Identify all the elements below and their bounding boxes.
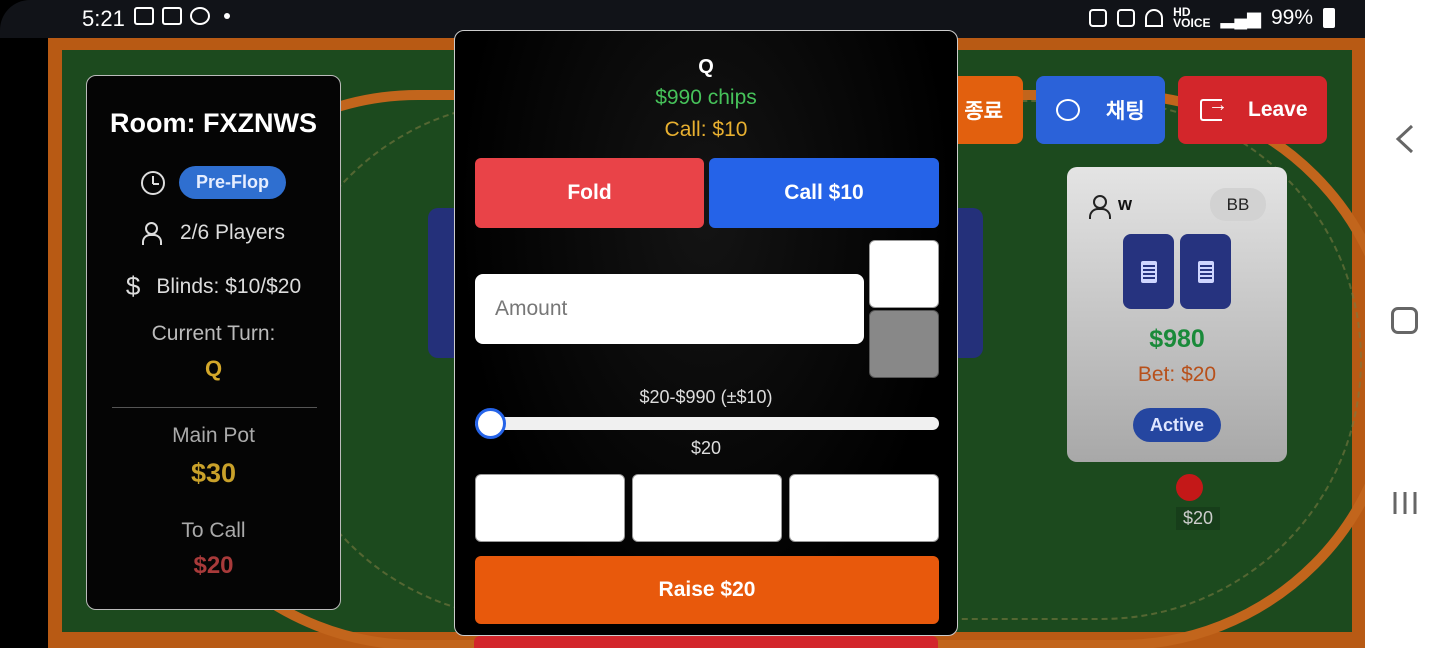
hole-card-back [1123, 234, 1174, 309]
preset-button-3[interactable] [789, 474, 939, 542]
mute-icon [1117, 9, 1136, 27]
main-pot-value: $30 [190, 458, 237, 488]
raise-slider-value: $20 [690, 438, 722, 458]
users-icon [141, 222, 168, 245]
raise-range-label: $20-$990 (±$10) [639, 387, 773, 407]
signal-icon: ▂▄▆ [1220, 7, 1261, 28]
amount-increment-button[interactable] [869, 240, 939, 308]
bet-chip-amount: $20 [1176, 507, 1221, 530]
room-info-panel: Room: FXZNWS Pre-Flop 2/6 Players $ Blin… [86, 75, 341, 610]
back-icon[interactable] [1392, 124, 1418, 154]
action-modal: Q $990 chips Call: $10 Fold Call $10 $20… [454, 30, 958, 636]
app-screen: 5:21 HD VOICE ▂▄▆ 99% Room: FXZNWS Pre-Fl… [0, 0, 1365, 648]
more-notifications-icon [224, 13, 230, 19]
battery-icon [1323, 8, 1335, 28]
card-back-icon [1197, 260, 1214, 283]
amount-input[interactable] [475, 274, 864, 344]
stage-row: Pre-Flop [87, 166, 340, 199]
main-pot-label: Main Pot [172, 424, 255, 447]
player-bet: Bet: $20 [1137, 363, 1217, 386]
fold-button[interactable]: Fold [475, 158, 704, 228]
modal-chips: $990 chips [655, 86, 757, 109]
battery-level: 99% [1270, 6, 1313, 29]
amount-decrement-button[interactable] [869, 310, 939, 378]
modal-call-info: Call: $10 [664, 118, 748, 141]
chat-label: 채팅 [1106, 100, 1145, 123]
card-back-icon [1140, 260, 1157, 283]
bet-chip-icon [1176, 474, 1203, 501]
gallery-icon [162, 7, 182, 25]
to-call-value: $20 [193, 552, 234, 579]
end-game-label: 종료 [964, 100, 1003, 123]
clock-icon [140, 170, 165, 195]
leave-label: Leave [1248, 98, 1308, 121]
panel-divider [112, 407, 317, 408]
current-turn-label: Current Turn: [151, 322, 276, 345]
blinds-text: Blinds: $10/$20 [156, 274, 302, 298]
logout-icon [1200, 94, 1228, 121]
hole-card-back [1180, 234, 1231, 309]
leave-button[interactable]: Leave [1178, 76, 1327, 144]
player-status-badge: Active [1133, 408, 1221, 442]
player-name: w [1118, 194, 1133, 214]
current-turn-player: Q [204, 356, 223, 381]
preset-button-2[interactable] [632, 474, 782, 542]
hd-voice-icon: HD VOICE [1173, 5, 1211, 30]
players-count: 2/6 Players [179, 221, 286, 244]
gmail-icon [134, 7, 154, 25]
system-icons: HD VOICE ▂▄▆ 99% [1089, 6, 1335, 30]
role-badge: BB [1210, 188, 1266, 221]
dollar-icon: $ [125, 271, 141, 301]
raise-slider-thumb[interactable] [475, 408, 506, 439]
status-time: 5:21 [82, 6, 125, 31]
modal-player-name: Q [698, 56, 714, 78]
chat-bubble-icon [1056, 99, 1080, 121]
player-stack: $980 [1149, 325, 1205, 353]
chat-button[interactable]: 채팅 [1036, 76, 1165, 144]
call-button[interactable]: Call $10 [709, 158, 939, 228]
preset-button-1[interactable] [475, 474, 625, 542]
wifi-icon [1145, 9, 1164, 27]
raise-button[interactable]: Raise $20 [475, 556, 939, 624]
stage-badge: Pre-Flop [178, 166, 286, 199]
to-call-label: To Call [181, 519, 246, 542]
user-icon [1089, 195, 1111, 219]
player-card: w BB $980 Bet: $20 Active [1067, 167, 1287, 462]
home-icon[interactable] [1391, 307, 1418, 334]
recent-apps-icon[interactable] [1392, 490, 1418, 516]
alarm-icon [1089, 9, 1108, 27]
adblock-icon [190, 7, 210, 25]
all-in-button[interactable] [474, 636, 938, 648]
raise-slider-track[interactable] [475, 417, 939, 430]
blinds-row: $ Blinds: $10/$20 [87, 271, 340, 302]
players-row: 2/6 Players [87, 221, 340, 245]
notification-icons [134, 7, 230, 25]
room-title: Room: FXZNWS [110, 108, 317, 138]
